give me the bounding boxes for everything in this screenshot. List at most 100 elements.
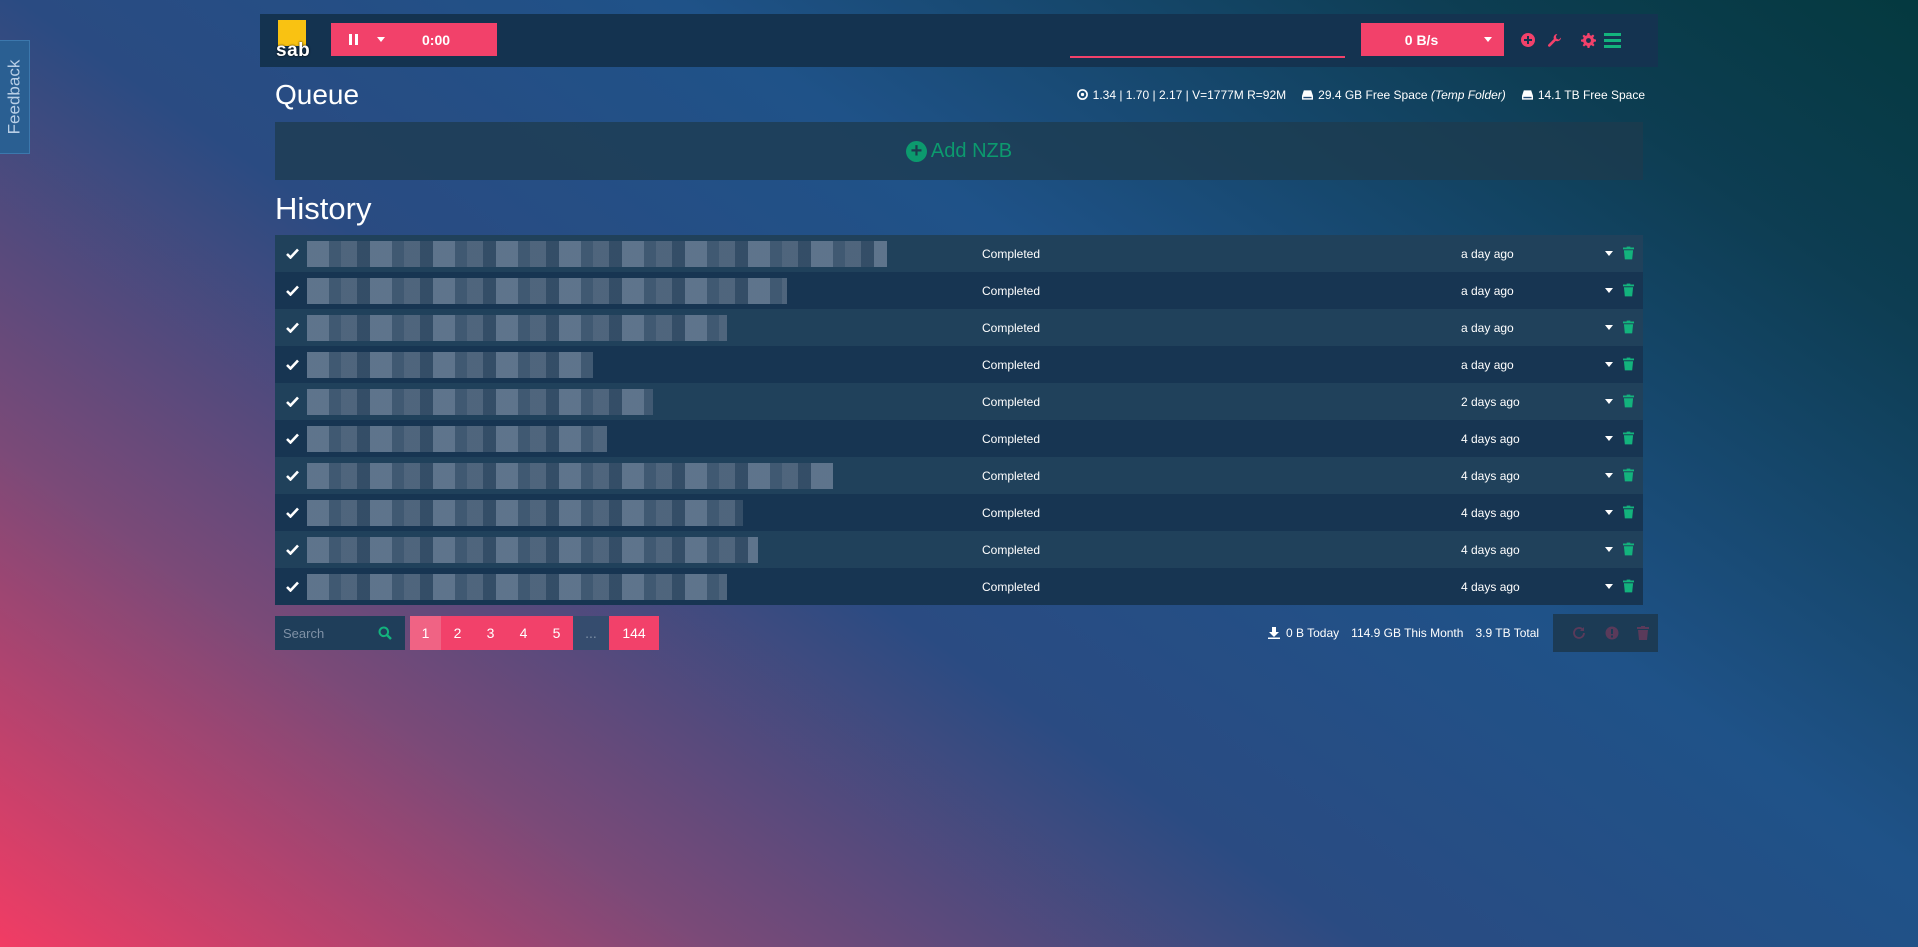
row-dropdown-caret[interactable] [1605, 584, 1613, 589]
check-icon [275, 433, 307, 444]
history-row[interactable]: redacted-download-6 Completed 4 days ago [275, 420, 1643, 457]
history-item-status: Completed [982, 431, 1041, 446]
history-row[interactable]: redacted-download-7 Completed 4 days ago [275, 457, 1643, 494]
hdd-icon [1302, 89, 1314, 100]
history-item-age: a day ago [1461, 320, 1514, 335]
history-item-name[interactable]: redacted-download-2 [307, 277, 787, 304]
queue-header: Queue 1.34 | 1.70 | 2.17 | V=1777M R=92M… [275, 67, 1645, 122]
row-dropdown-caret[interactable] [1605, 473, 1613, 478]
refresh-icon[interactable] [1572, 626, 1586, 640]
history-item-name[interactable]: redacted-download-3 [307, 314, 727, 341]
history-item-name[interactable]: redacted-download-1 [307, 240, 887, 267]
add-nzb-label: Add NZB [930, 139, 1013, 162]
history-item-status: Completed [982, 579, 1041, 594]
history-item-status: Completed [982, 283, 1041, 298]
pause-icon[interactable] [349, 34, 358, 45]
history-item-age: a day ago [1461, 283, 1514, 298]
row-dropdown-caret[interactable] [1605, 399, 1613, 404]
history-table: redacted-download-1Completeda day agored… [275, 235, 1643, 605]
history-search-input[interactable] [283, 625, 378, 641]
history-item-name[interactable]: redacted-download-9 [307, 536, 758, 563]
speed-dropdown-caret[interactable] [1484, 37, 1492, 42]
history-item-age: 4 days ago [1461, 542, 1520, 557]
pagination-ellipsis: ... [573, 616, 609, 650]
history-row[interactable]: redacted-download-5 Completed 2 days ago [275, 383, 1643, 420]
history-row[interactable]: redacted-download-8 Completed 4 days ago [275, 494, 1643, 531]
add-nzb-button[interactable]: + Add NZB [275, 122, 1643, 180]
trash-icon[interactable] [1623, 283, 1634, 297]
pause-dropdown-caret[interactable] [377, 37, 385, 42]
feedback-tab[interactable]: Feedback [0, 40, 30, 154]
row-dropdown-caret[interactable] [1605, 362, 1613, 367]
dashboard-icon [1076, 89, 1088, 100]
pause-timer[interactable]: 0:00 [422, 32, 450, 48]
total-stat: 3.9 TB Total [1475, 626, 1540, 640]
check-icon [275, 322, 307, 333]
failed-filter-icon[interactable] [1605, 626, 1619, 640]
history-item-status: Completed [982, 468, 1041, 483]
trash-icon[interactable] [1623, 394, 1634, 408]
trash-icon[interactable] [1623, 246, 1634, 260]
sab-logo[interactable]: sab [276, 20, 314, 61]
row-dropdown-caret[interactable] [1605, 325, 1613, 330]
history-item-name[interactable]: redacted-download-10 [307, 573, 727, 600]
trash-icon[interactable] [1623, 542, 1634, 556]
history-item-status: Completed [982, 505, 1041, 520]
history-item-name[interactable]: redacted-download-4 [307, 351, 593, 378]
history-item-age: 4 days ago [1461, 579, 1520, 594]
row-dropdown-caret[interactable] [1605, 288, 1613, 293]
page-4-button[interactable]: 4 [507, 616, 540, 650]
history-item-status: Completed [982, 246, 1041, 261]
trash-icon[interactable] [1623, 468, 1634, 482]
pagination: 1 2 3 4 5... 144 [410, 616, 659, 650]
page-3-button[interactable]: 3 [474, 616, 507, 650]
main-content: Queue 1.34 | 1.70 | 2.17 | V=1777M R=92M… [260, 67, 1658, 652]
history-item-name[interactable]: redacted-download-5 [307, 388, 653, 415]
trash-icon[interactable] [1623, 357, 1634, 371]
trash-icon[interactable] [1637, 626, 1649, 640]
history-item-age: 4 days ago [1461, 505, 1520, 520]
history-item-age: a day ago [1461, 357, 1514, 372]
history-item-name[interactable]: redacted-download-8 [307, 499, 743, 526]
check-icon [275, 544, 307, 555]
history-item-age: 2 days ago [1461, 394, 1520, 409]
page-1-button[interactable]: 1 [410, 616, 441, 650]
wrench-icon[interactable] [1545, 31, 1563, 49]
history-row[interactable]: redacted-download-1 Completed a day ago [275, 235, 1643, 272]
history-row[interactable]: redacted-download-3 Completed a day ago [275, 309, 1643, 346]
check-icon [275, 581, 307, 592]
check-icon [275, 507, 307, 518]
row-dropdown-caret[interactable] [1605, 251, 1613, 256]
history-row[interactable]: redacted-download-9 Completed 4 days ago [275, 531, 1643, 568]
complete-space-stat: 14.1 TB Free Space [1521, 88, 1645, 102]
queue-search-underline[interactable] [1070, 56, 1345, 58]
history-header: History [275, 180, 1643, 234]
page-5-button[interactable]: 5 [540, 616, 573, 650]
history-row[interactable]: redacted-download-10 Completed 4 days ago [275, 568, 1643, 605]
page-144-button[interactable]: 144 [609, 616, 659, 650]
search-icon[interactable] [378, 626, 392, 640]
trash-icon[interactable] [1623, 431, 1634, 445]
check-icon [275, 396, 307, 407]
row-dropdown-caret[interactable] [1605, 547, 1613, 552]
row-dropdown-caret[interactable] [1605, 436, 1613, 441]
trash-icon[interactable] [1623, 505, 1634, 519]
logo-text: sab [276, 40, 311, 61]
history-row[interactable]: redacted-download-2 Completed a day ago [275, 272, 1643, 309]
menu-icon[interactable] [1603, 31, 1621, 49]
gear-icon[interactable] [1579, 31, 1597, 49]
page-2-button[interactable]: 2 [441, 616, 474, 650]
history-row[interactable]: redacted-download-4 Completed a day ago [275, 346, 1643, 383]
trash-icon[interactable] [1623, 579, 1634, 593]
trash-icon[interactable] [1623, 320, 1634, 334]
add-nzb-icon[interactable] [1519, 31, 1537, 49]
history-item-age: a day ago [1461, 246, 1514, 261]
speed-value[interactable]: 0 B/s [1361, 32, 1482, 48]
row-dropdown-caret[interactable] [1605, 510, 1613, 515]
history-title: History [275, 191, 372, 226]
history-item-name[interactable]: redacted-download-7 [307, 462, 833, 489]
temp-space-stat: 29.4 GB Free Space (Temp Folder) [1302, 88, 1506, 102]
queue-title: Queue [275, 78, 360, 110]
history-item-name[interactable]: redacted-download-6 [307, 425, 607, 452]
download-icon [1268, 627, 1280, 639]
